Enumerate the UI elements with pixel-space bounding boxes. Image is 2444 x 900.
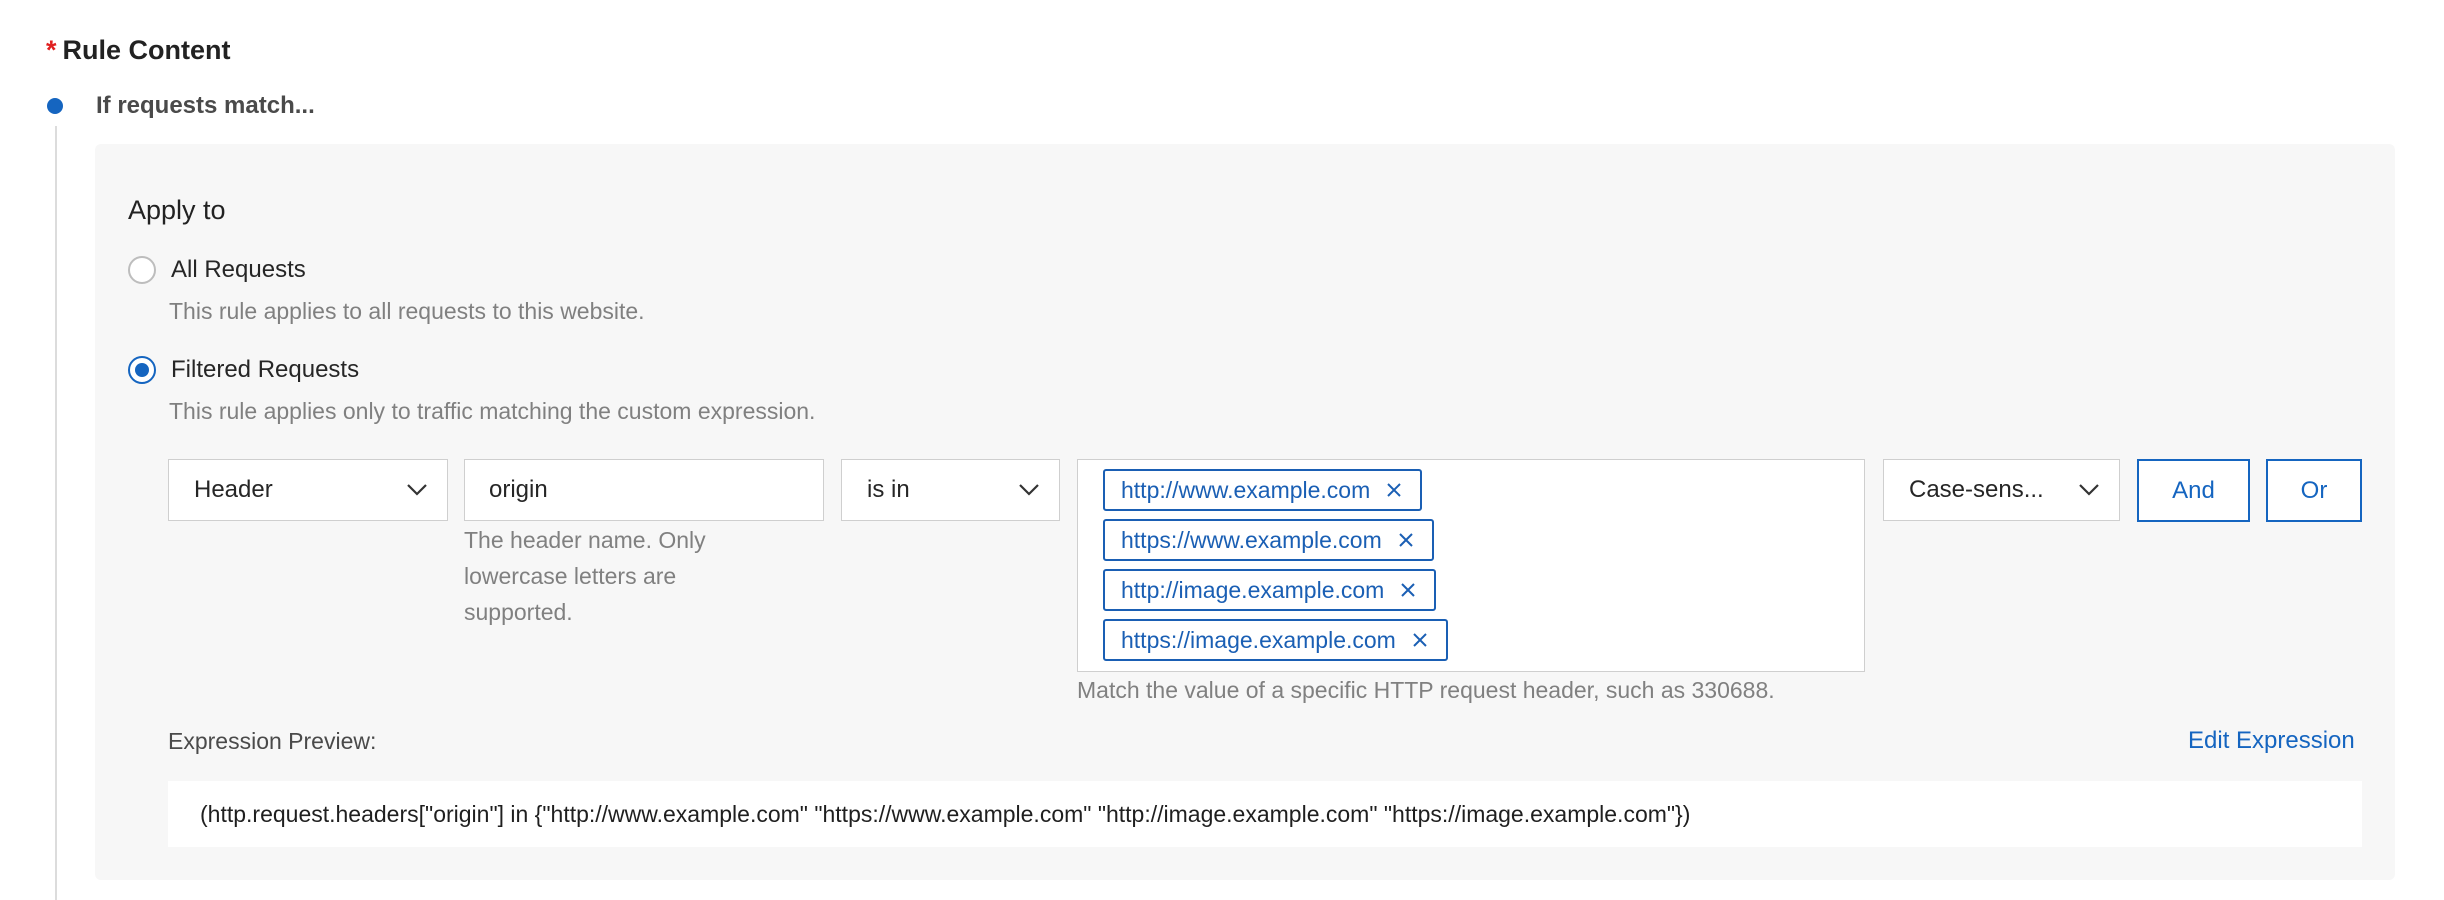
value-tag: http://www.example.com (1103, 469, 1423, 511)
radio-all-requests-description: This rule applies to all requests to thi… (169, 298, 645, 324)
edit-expression-link[interactable]: Edit Expression (2188, 725, 2355, 757)
radio-all-requests-circle[interactable] (128, 256, 156, 284)
header-name-value: origin (489, 476, 548, 503)
step-title: If requests match... (96, 92, 315, 119)
field-select-value: Header (194, 476, 273, 503)
radio-all-requests[interactable]: All Requests (128, 254, 306, 286)
header-name-input[interactable]: origin (464, 459, 824, 521)
chevron-down-icon (1017, 478, 1041, 502)
values-hint: Match the value of a specific HTTP reque… (1077, 677, 1775, 703)
section-heading: * Rule Content (46, 32, 231, 68)
header-name-hint: The header name. Only lowercase letters … (464, 527, 706, 625)
required-marker: * (46, 35, 57, 65)
apply-to-title: Apply to (128, 195, 226, 225)
expression-preview-text: (http.request.headers["origin"] in {"htt… (200, 800, 1691, 827)
close-icon[interactable] (1410, 630, 1430, 650)
chevron-down-icon (2077, 478, 2101, 502)
close-icon[interactable] (1384, 480, 1404, 500)
value-tag: http://image.example.com (1103, 569, 1437, 611)
and-button[interactable]: And (2137, 459, 2250, 522)
value-tag-text: http://image.example.com (1121, 576, 1385, 603)
operator-select-value: is in (867, 476, 910, 503)
values-tag-input[interactable]: http://www.example.com https://www.examp… (1077, 459, 1865, 672)
chevron-down-icon (405, 478, 429, 502)
radio-filtered-requests-description: This rule applies only to traffic matchi… (169, 398, 816, 424)
field-select[interactable]: Header (168, 459, 448, 521)
value-tag: https://image.example.com (1103, 619, 1448, 661)
close-icon[interactable] (1396, 530, 1416, 550)
radio-filtered-requests-circle[interactable] (128, 356, 156, 384)
value-tag: https://www.example.com (1103, 519, 1434, 561)
operator-select[interactable]: is in (841, 459, 1060, 521)
rule-editor-page: * Rule Content If requests match... Apply… (0, 0, 2444, 900)
case-sensitivity-value: Case-sens... (1909, 476, 2044, 503)
radio-filtered-requests-label: Filtered Requests (171, 356, 360, 383)
value-tag-text: http://www.example.com (1121, 476, 1371, 503)
case-sensitivity-select[interactable]: Case-sens... (1883, 459, 2120, 521)
or-button[interactable]: Or (2266, 459, 2362, 522)
value-tag-text: https://www.example.com (1121, 526, 1382, 553)
close-icon[interactable] (1398, 580, 1418, 600)
section-title: Rule Content (62, 35, 231, 65)
timeline-line (55, 126, 57, 900)
radio-all-requests-label: All Requests (171, 256, 306, 283)
value-tag-text: https://image.example.com (1121, 626, 1396, 653)
timeline-dot (47, 98, 63, 114)
expression-preview-label: Expression Preview: (168, 728, 377, 754)
radio-filtered-requests[interactable]: Filtered Requests (128, 354, 359, 386)
expression-preview-box: (http.request.headers["origin"] in {"htt… (168, 781, 2362, 847)
